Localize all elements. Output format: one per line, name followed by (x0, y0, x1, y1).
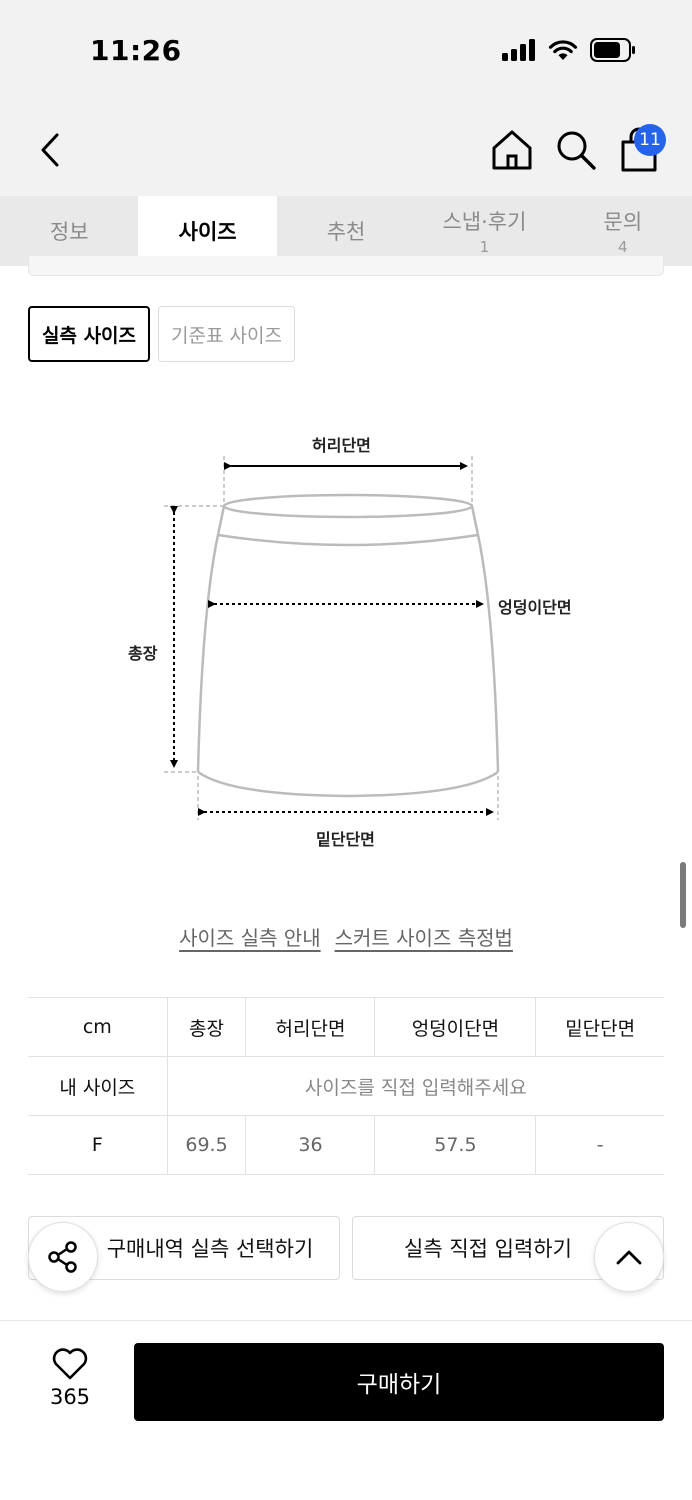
cart-count-badge: 11 (634, 124, 666, 156)
signal-icon (502, 39, 535, 61)
table-header-hip: 엉덩이단면 (374, 997, 537, 1057)
tab-label: 문의 (603, 210, 643, 234)
tab-count: 4 (618, 238, 628, 256)
waist-label: 허리단면 (312, 436, 371, 455)
status-time: 11:26 (90, 34, 182, 67)
size-value-waist: 36 (245, 1115, 376, 1175)
status-icons (502, 38, 636, 62)
scrollbar[interactable] (680, 862, 686, 928)
standard-size-button[interactable]: 기준표 사이즈 (158, 306, 295, 362)
purchase-history-size-label: 구매내역 실측 선택하기 (106, 1237, 314, 1261)
length-label: 총장 (128, 644, 158, 663)
table-header-waist: 허리단면 (245, 997, 376, 1057)
size-type-toggle: 실측 사이즈 기준표 사이즈 (28, 306, 295, 362)
size-guide-links: 사이즈 실측 안내 스커트 사이즈 측정법 (0, 922, 692, 951)
chevron-up-icon (616, 1250, 642, 1265)
direct-input-size-label: 실측 직접 입력하기 (404, 1237, 572, 1261)
skirt-illustration (164, 456, 500, 820)
bottom-purchase-bar: 365 구매하기 (0, 1320, 692, 1500)
scroll-top-button[interactable] (594, 1222, 664, 1292)
home-icon (492, 130, 532, 170)
search-icon (557, 131, 596, 170)
buy-button[interactable]: 구매하기 (134, 1343, 664, 1421)
table-header-unit: cm (28, 997, 168, 1057)
size-value-length: 69.5 (167, 1115, 247, 1175)
home-button[interactable] (490, 128, 534, 172)
wifi-icon (548, 40, 578, 60)
share-icon (48, 1241, 77, 1273)
actual-size-button[interactable]: 실측 사이즈 (28, 306, 151, 362)
measure-method-link[interactable]: 스커트 사이즈 측정법 (335, 922, 513, 951)
share-button[interactable] (28, 1222, 98, 1292)
tab-label: 정보 (49, 220, 89, 244)
my-size-label: 내 사이즈 (28, 1056, 168, 1116)
like-button[interactable]: 365 (34, 1347, 106, 1409)
chevron-left-icon (41, 133, 59, 167)
battery-icon (590, 38, 635, 62)
table-header-row: cm 총장 허리단면 엉덩이단면 밑단단면 (28, 997, 664, 1057)
size-name: F (28, 1115, 168, 1175)
tab-label: 사이즈 (178, 220, 237, 244)
my-size-input[interactable]: 사이즈를 직접 입력해주세요 (167, 1056, 664, 1116)
tab-label: 스냅·후기 (442, 210, 527, 234)
skirt-size-diagram: 허리단면 엉덩이단면 총장 밑단단면 (100, 420, 600, 860)
table-header-hem: 밑단단면 (535, 997, 664, 1057)
size-value-hip: 57.5 (374, 1115, 537, 1175)
size-guide-link[interactable]: 사이즈 실측 안내 (179, 922, 321, 951)
hip-label: 엉덩이단면 (498, 598, 572, 617)
status-bar: 11:26 (0, 0, 692, 100)
size-value-hem: - (535, 1115, 664, 1175)
my-size-row: 내 사이즈 사이즈를 직접 입력해주세요 (28, 1056, 664, 1116)
like-count: 365 (49, 1385, 91, 1409)
hem-label: 밑단단면 (316, 830, 375, 849)
table-row: F 69.5 36 57.5 - (28, 1115, 664, 1175)
nav-header: 11 (0, 100, 692, 196)
previous-section-edge (28, 256, 664, 276)
back-button[interactable] (30, 128, 70, 172)
size-table: cm 총장 허리단면 엉덩이단면 밑단단면 내 사이즈 사이즈를 직접 입력해주… (28, 997, 664, 1175)
tab-count: 1 (479, 238, 490, 256)
table-header-length: 총장 (167, 997, 247, 1057)
search-button[interactable] (554, 128, 598, 172)
heart-icon (52, 1348, 88, 1380)
tab-label: 추천 (326, 220, 366, 244)
